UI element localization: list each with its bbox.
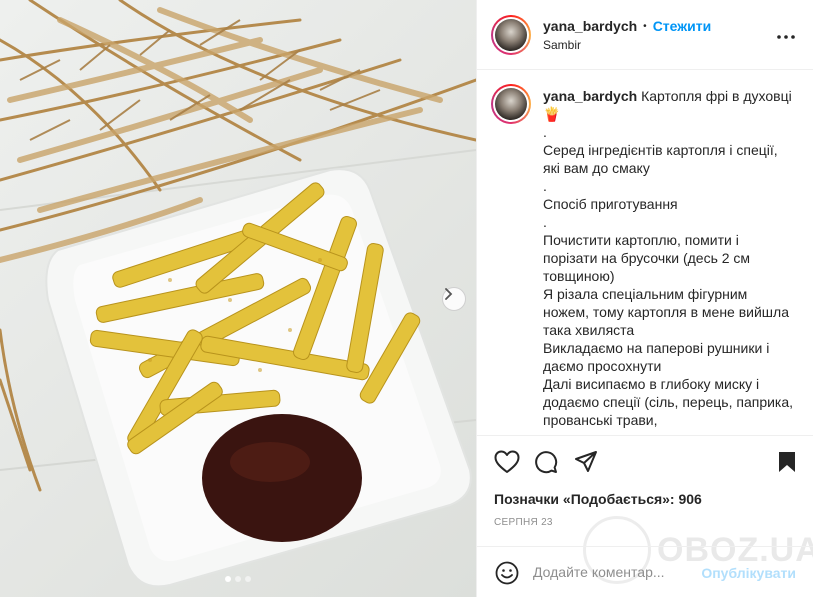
- caption-line: Спосіб приготування: [543, 196, 678, 212]
- save-button[interactable]: [778, 451, 796, 478]
- comment-input[interactable]: [533, 564, 701, 580]
- publish-button[interactable]: Опублікувати: [701, 565, 796, 581]
- avatar[interactable]: [491, 15, 531, 55]
- caption-line: Викладаємо на паперові рушники і даємо п…: [543, 340, 770, 374]
- share-icon: [575, 451, 597, 472]
- header-username[interactable]: yana_bardych: [543, 18, 637, 34]
- post-actions: Позначки «Подобається»: 906 СЕРПНЯ 23: [477, 435, 813, 535]
- caption-text: yana_bardych Картопля фрі в духовці🍟 . С…: [543, 87, 795, 429]
- comment-icon: [535, 451, 558, 474]
- emoji-icon: [495, 561, 519, 585]
- caption-line: Я різала спеціальним фігурним ножем, том…: [543, 286, 789, 338]
- heart-icon: [494, 450, 520, 473]
- caption-line: Далі висипаємо в глибоку миску і додаємо…: [543, 376, 794, 428]
- share-button[interactable]: [574, 450, 598, 479]
- emoji-button[interactable]: [495, 561, 519, 590]
- carousel-dot: [245, 576, 251, 582]
- caption-line: .: [543, 178, 547, 194]
- carousel-dot: [235, 576, 241, 582]
- more-options-icon: [777, 35, 795, 39]
- post-image[interactable]: [0, 0, 476, 597]
- caption-username[interactable]: yana_bardych: [543, 88, 637, 104]
- follow-button[interactable]: Стежити: [653, 18, 712, 34]
- caption-line: .: [543, 214, 547, 230]
- like-button[interactable]: [494, 450, 520, 479]
- fries-photo-illustration: [0, 0, 476, 588]
- comment-bar: Опублікувати: [477, 546, 813, 597]
- post-side-panel: yana_bardych • Стежити Sambir yana_bardy…: [476, 0, 813, 597]
- bookmark-icon: [779, 452, 795, 472]
- caption-section: yana_bardych Картопля фрі в духовці🍟 . С…: [477, 71, 813, 435]
- post-header: yana_bardych • Стежити Sambir: [477, 0, 813, 70]
- post-date[interactable]: СЕРПНЯ 23: [494, 517, 553, 528]
- caption-avatar[interactable]: [491, 84, 531, 124]
- more-options-button[interactable]: [777, 26, 795, 44]
- caption-line: .: [543, 124, 547, 140]
- caption-line: Серед інгредієнтів картопля і спеції, як…: [543, 142, 778, 176]
- carousel-dot: [225, 576, 231, 582]
- carousel-next-button[interactable]: [442, 287, 466, 311]
- separator-dot: •: [643, 20, 647, 32]
- caption-line: Почистити картоплю, помити і порізати на…: [543, 232, 751, 284]
- location-link[interactable]: Sambir: [543, 38, 581, 52]
- carousel-indicator: [225, 576, 251, 582]
- comment-button[interactable]: [534, 450, 558, 479]
- chevron-right-icon: [445, 288, 453, 300]
- likes-count[interactable]: Позначки «Подобається»: 906: [494, 491, 702, 507]
